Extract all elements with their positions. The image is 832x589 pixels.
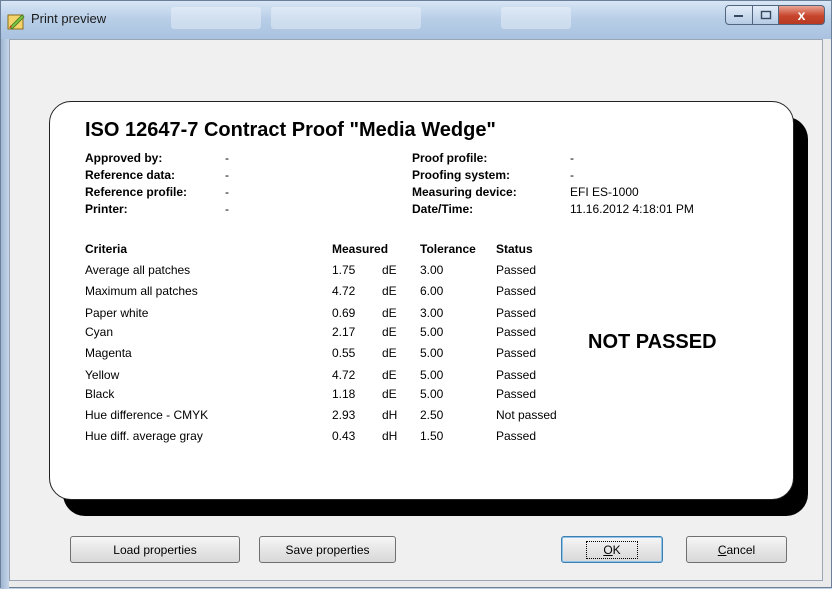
- ok-label-rest: K: [612, 542, 621, 557]
- info-label-measuring-device: Measuring device:: [412, 185, 517, 199]
- cell-tolerance: 6.00: [420, 284, 444, 298]
- cell-criteria: Maximum all patches: [85, 284, 198, 298]
- cell-status: Passed: [496, 306, 537, 320]
- cell-measured: 1.18: [332, 387, 356, 401]
- info-label-printer: Printer:: [85, 202, 128, 216]
- load-properties-button[interactable]: Load properties: [70, 536, 240, 563]
- app-icon: [7, 14, 25, 30]
- window-title: Print preview: [31, 11, 107, 26]
- column-header-tolerance: Tolerance: [420, 242, 476, 256]
- cell-unit: dH: [382, 408, 398, 422]
- cancel-label-rest: ancel: [726, 542, 756, 557]
- maximize-button[interactable]: [753, 5, 779, 25]
- maximize-icon: [760, 10, 771, 19]
- ok-button[interactable]: OK: [561, 536, 663, 563]
- report-title: ISO 12647-7 Contract Proof "Media Wedge": [85, 119, 496, 141]
- cell-measured: 4.72: [332, 284, 356, 298]
- table-row: Yellow 4.72 dE 5.00 Passed: [1, 368, 832, 388]
- cell-status: Passed: [496, 346, 537, 360]
- info-value-proof-profile: -: [570, 151, 574, 165]
- column-header-criteria: Criteria: [85, 242, 128, 256]
- cell-unit: dE: [382, 387, 397, 401]
- cell-tolerance: 5.00: [420, 368, 444, 382]
- cell-tolerance: 5.00: [420, 387, 444, 401]
- cell-tolerance: 5.00: [420, 346, 444, 360]
- cell-unit: dE: [382, 284, 397, 298]
- info-value-measuring-device: EFI ES-1000: [570, 185, 639, 199]
- save-properties-button[interactable]: Save properties: [259, 536, 396, 563]
- minimize-icon: [734, 15, 743, 17]
- cancel-button[interactable]: Cancel: [686, 536, 787, 563]
- info-value-approved-by: -: [225, 151, 229, 165]
- column-header-status: Status: [496, 242, 533, 256]
- cell-criteria: Magenta: [85, 346, 132, 360]
- cell-measured: 2.17: [332, 325, 356, 339]
- info-label-date-time: Date/Time:: [412, 202, 474, 216]
- table-row: Maximum all patches 4.72 dE 6.00 Passed: [1, 284, 832, 304]
- close-button[interactable]: x: [779, 5, 825, 25]
- cell-measured: 0.55: [332, 346, 356, 360]
- table-row: Paper white 0.69 dE 3.00 Passed: [1, 306, 832, 326]
- cell-criteria: Cyan: [85, 325, 114, 339]
- cell-criteria: Black: [85, 387, 115, 401]
- info-label-proofing-system: Proofing system:: [412, 168, 511, 182]
- cell-status: Passed: [496, 263, 537, 277]
- title-bar-glass: [271, 7, 421, 29]
- cell-unit: dH: [382, 429, 398, 443]
- cell-unit: dE: [382, 346, 397, 360]
- cell-tolerance: 3.00: [420, 306, 444, 320]
- minimize-button[interactable]: [725, 5, 753, 25]
- cell-unit: dE: [382, 263, 397, 277]
- info-label-reference-data: Reference data:: [85, 168, 176, 182]
- window-controls: x: [725, 5, 825, 25]
- info-value-reference-profile: -: [225, 185, 229, 199]
- cell-status: Passed: [496, 387, 537, 401]
- title-bar-glass: [171, 7, 261, 29]
- close-icon: x: [797, 7, 806, 23]
- cell-unit: dE: [382, 368, 397, 382]
- cell-measured: 2.93: [332, 408, 356, 422]
- cell-status: Passed: [496, 325, 537, 339]
- cell-measured: 4.72: [332, 368, 356, 382]
- cell-criteria: Hue diff. average gray: [85, 429, 203, 443]
- info-label-proof-profile: Proof profile:: [412, 151, 488, 165]
- cell-status: Passed: [496, 368, 537, 382]
- ok-button-label: OK: [586, 540, 638, 559]
- info-value-printer: -: [225, 202, 229, 216]
- title-bar-glass: [501, 7, 571, 29]
- table-row: Black 1.18 dE 5.00 Passed: [1, 387, 832, 407]
- print-preview-window: Print preview x ISO 12647-7 Contract Pro…: [0, 0, 832, 589]
- cell-measured: 1.75: [332, 263, 356, 277]
- cell-unit: dE: [382, 325, 397, 339]
- ok-accelerator: O: [603, 542, 613, 557]
- cell-criteria: Yellow: [85, 368, 120, 382]
- cell-measured: 0.43: [332, 429, 356, 443]
- column-header-measured: Measured: [332, 242, 389, 256]
- cancel-button-label: Cancel: [718, 543, 755, 557]
- table-row: Hue diff. average gray 0.43 dH 1.50 Pass…: [1, 429, 832, 449]
- cell-status: Passed: [496, 429, 537, 443]
- info-label-approved-by: Approved by:: [85, 151, 163, 165]
- info-value-date-time: 11.16.2012 4:18:01 PM: [570, 202, 694, 216]
- cell-criteria: Average all patches: [85, 263, 191, 277]
- info-value-reference-data: -: [225, 168, 229, 182]
- overall-result: NOT PASSED: [588, 331, 717, 353]
- table-row: Average all patches 1.75 dE 3.00 Passed: [1, 263, 832, 283]
- title-bar[interactable]: Print preview x: [1, 1, 831, 39]
- cell-measured: 0.69: [332, 306, 356, 320]
- cell-tolerance: 2.50: [420, 408, 444, 422]
- info-value-proofing-system: -: [570, 168, 574, 182]
- cell-status: Passed: [496, 284, 537, 298]
- cell-criteria: Paper white: [85, 306, 149, 320]
- cell-tolerance: 5.00: [420, 325, 444, 339]
- cell-tolerance: 3.00: [420, 263, 444, 277]
- table-row: Hue difference - CMYK 2.93 dH 2.50 Not p…: [1, 408, 832, 428]
- cell-status: Not passed: [496, 408, 557, 422]
- cell-unit: dE: [382, 306, 397, 320]
- cell-tolerance: 1.50: [420, 429, 444, 443]
- info-label-reference-profile: Reference profile:: [85, 185, 188, 199]
- cell-criteria: Hue difference - CMYK: [85, 408, 209, 422]
